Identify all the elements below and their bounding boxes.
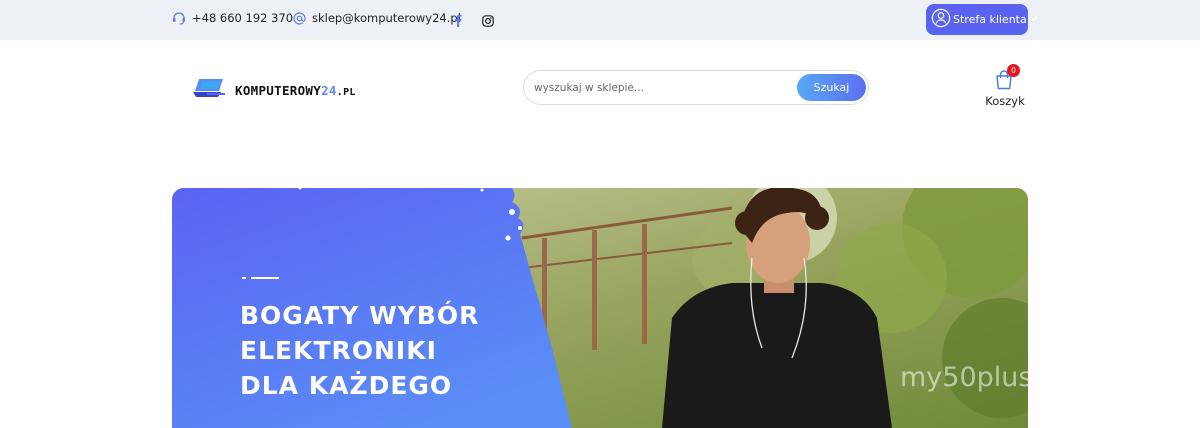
cart-button[interactable]: 0 Koszyk [985,64,1025,108]
phone-number: +48 660 192 370 [192,11,294,25]
headset-icon [172,11,186,25]
top-bar: +48 660 192 370 sklep@komputerowy24.pl S… [0,0,1200,40]
laptop-logo-icon [193,78,227,102]
email-contact[interactable]: sklep@komputerowy24.pl [293,11,461,25]
hero-title-line: DLA KAŻDEGO [240,371,453,400]
hero-title-line: BOGATY WYBÓR [240,301,480,330]
logo-wordmark: KOMPUTEROWY24.PL [235,82,356,98]
phone-contact[interactable]: +48 660 192 370 [172,11,293,25]
watermark-text: my50plus.pl [900,362,1066,393]
client-zone-button[interactable]: Strefa klienta [926,4,1038,35]
cart-count-badge: 0 [1007,64,1020,77]
site-logo[interactable]: KOMPUTEROWY24.PL [193,78,356,102]
search-input[interactable] [534,79,794,97]
cart-label: Koszyk [985,94,1025,108]
email-address: sklep@komputerowy24.pl [312,11,461,25]
facebook-icon[interactable] [454,12,462,31]
client-zone-label: Strefa klienta [953,13,1027,26]
chevron-down-icon [1029,13,1038,26]
instagram-icon[interactable] [482,12,494,31]
search-bar: Szukaj [523,70,869,105]
search-button[interactable]: Szukaj [797,74,866,101]
at-sign-icon [293,11,306,25]
user-icon [931,8,951,31]
hero-title-line: ELEKTRONIKI [240,336,437,365]
hero-title: BOGATY WYBÓR ELEKTRONIKI DLA KAŻDEGO [240,298,479,403]
hero-decor-line [242,277,280,280]
